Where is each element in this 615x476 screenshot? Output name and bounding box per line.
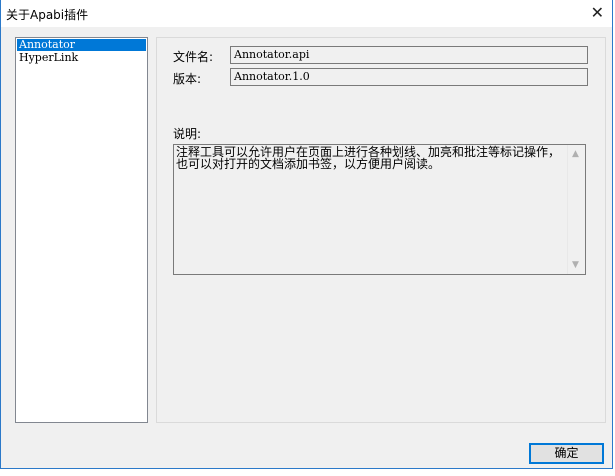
list-item-annotator[interactable]: Annotator [17, 39, 146, 51]
plugin-list[interactable]: Annotator HyperLink [15, 37, 148, 423]
version-label: 版本: [173, 72, 202, 86]
description-text: 注释工具可以允许用户在页面上进行各种划线、加亮和批注等标记操作，也可以对打开的文… [176, 145, 561, 171]
ok-button[interactable]: 确定 [529, 443, 604, 464]
dialog-title: 关于Apabi插件 [6, 8, 89, 22]
list-item-hyperlink[interactable]: HyperLink [17, 52, 146, 64]
about-dialog: 关于Apabi插件 ✕ Annotator HyperLink 文件名: Ann… [0, 0, 613, 469]
description-textarea[interactable]: 注释工具可以允许用户在页面上进行各种划线、加亮和批注等标记操作，也可以对打开的文… [173, 144, 586, 275]
close-icon[interactable]: ✕ [591, 3, 604, 22]
filename-field[interactable]: Annotator.api [230, 46, 588, 64]
scroll-up-icon[interactable]: ▲ [572, 149, 579, 159]
scroll-down-icon[interactable]: ▼ [572, 260, 579, 270]
title-bar: 关于Apabi插件 ✕ [1, 0, 612, 27]
description-label: 说明: [173, 127, 202, 141]
scrollbar[interactable]: ▲ ▼ [567, 145, 585, 274]
details-panel: 文件名: Annotator.api 版本: Annotator.1.0 说明:… [156, 37, 606, 423]
filename-label: 文件名: [173, 50, 214, 64]
version-field[interactable]: Annotator.1.0 [230, 68, 588, 86]
